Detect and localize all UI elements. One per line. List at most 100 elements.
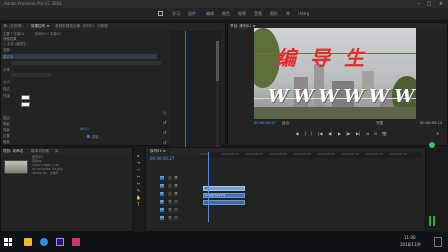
quality-dropdown[interactable]: 完整 xyxy=(376,121,383,126)
step-back-icon[interactable]: ◀| xyxy=(328,131,332,136)
track-visibility-icon[interactable]: 👁 xyxy=(174,192,178,196)
hand-tool-icon[interactable]: ✋ xyxy=(136,196,141,200)
track-visibility-icon[interactable]: 👁 xyxy=(174,184,178,188)
track-solo-button[interactable]: S xyxy=(174,200,178,204)
export-frame-icon[interactable]: 📷 xyxy=(382,131,387,136)
file-explorer-icon[interactable] xyxy=(24,238,32,246)
scrollbar[interactable] xyxy=(216,41,219,161)
track-solo-button[interactable]: S xyxy=(174,208,178,212)
ec-row[interactable]: ○ 文本 (编导生) xyxy=(3,41,28,46)
timeline-clip-video[interactable]: fx 剪辑 mp4 [V] xyxy=(203,193,245,198)
ec-row[interactable]: 位置 xyxy=(3,133,10,138)
tab-project[interactable]: 项目: 未命名 xyxy=(3,149,23,154)
ec-row[interactable]: 背景 xyxy=(3,127,10,132)
track-lock-icon[interactable]: ○ xyxy=(168,184,172,188)
windows-start-icon[interactable] xyxy=(4,238,12,246)
reset-icon[interactable]: ↺ xyxy=(163,141,167,145)
video-frame[interactable]: 编导生 WWWWWW xyxy=(254,28,416,119)
track-target[interactable]: A2 xyxy=(160,208,164,212)
track-lock-icon[interactable]: ○ xyxy=(168,192,172,196)
style-dropdown[interactable] xyxy=(11,73,51,77)
tab-metadata[interactable]: 元数据 xyxy=(97,24,108,29)
tab-source[interactable]: 源: (无剪辑) xyxy=(3,24,23,29)
title-chinese-text[interactable]: 编导生 xyxy=(276,42,378,71)
track-lock-icon[interactable]: ○ xyxy=(168,176,172,180)
media-player-icon[interactable] xyxy=(40,238,48,246)
ec-row[interactable]: 字体 xyxy=(3,67,10,72)
tab-audio-mixer[interactable]: 音频剪辑混合器: 序列01 xyxy=(55,24,94,29)
ec-row[interactable]: 外观 xyxy=(3,93,10,98)
timeline-ruler[interactable]: 00:00 00:00:00:10 00:00:00:15 00:00:00:2… xyxy=(200,152,422,158)
timeline-clip-audio[interactable] xyxy=(203,200,245,205)
timeline-clip-title[interactable]: fx xyxy=(203,186,245,191)
sequence-label[interactable]: 序列01 * 字幕01 xyxy=(35,31,61,36)
playhead-line[interactable] xyxy=(185,31,186,161)
track-target[interactable]: A3 xyxy=(160,216,164,220)
track-mute-button[interactable]: M xyxy=(168,200,172,204)
mark-out-icon[interactable]: } xyxy=(310,131,313,136)
timecode-current[interactable]: 00:00:00:27 xyxy=(254,121,276,125)
timeline-playhead[interactable] xyxy=(208,152,209,222)
tab-effect-controls[interactable]: 效果控件 ≡ xyxy=(31,24,50,29)
premiere-pro-icon[interactable] xyxy=(56,238,64,246)
track-solo-button[interactable]: S xyxy=(174,216,178,220)
workspace-tab[interactable]: 效果 xyxy=(238,11,246,17)
track-select-tool-icon[interactable]: ⇥ xyxy=(136,161,141,165)
ec-row[interactable]: 阴影 xyxy=(3,121,10,126)
track-mute-button[interactable]: M xyxy=(168,208,172,212)
pen-tool-icon[interactable]: ✎ xyxy=(136,189,141,193)
workspace-tab[interactable]: 编辑 xyxy=(206,11,214,17)
ec-row[interactable]: 描边 xyxy=(3,115,10,120)
scroll-thumb[interactable] xyxy=(216,41,219,81)
go-to-in-icon[interactable]: |◀ xyxy=(318,131,322,136)
workspace-tab[interactable]: Untrg xyxy=(298,11,309,16)
ec-row[interactable]: 变换 xyxy=(3,47,10,52)
stroke-color-swatch[interactable] xyxy=(21,102,30,107)
maximize-icon[interactable]: □ xyxy=(424,0,434,8)
track-mute-button[interactable]: M xyxy=(168,216,172,220)
keyframe-icon[interactable]: ◇ xyxy=(163,111,167,115)
ec-row[interactable]: 源文本 xyxy=(3,54,13,59)
reset-icon[interactable]: ↺ xyxy=(163,131,167,135)
fit-dropdown[interactable]: 适合 xyxy=(282,121,289,126)
tab-sequence[interactable]: 序列01 ≡ xyxy=(150,149,166,154)
tab-libraries[interactable]: 库 xyxy=(55,149,59,154)
track-target[interactable]: V1 xyxy=(160,192,164,196)
track-target[interactable]: V2 xyxy=(160,184,164,188)
tab-program[interactable]: 节目: 序列01 ≡ xyxy=(230,24,255,29)
shadow-checkbox[interactable] xyxy=(87,135,90,138)
ec-row[interactable]: 大小 xyxy=(3,79,10,84)
reset-icon[interactable]: ↺ xyxy=(163,121,167,125)
workspace-tab[interactable]: 库 xyxy=(286,11,290,17)
minimize-icon[interactable]: – xyxy=(414,0,424,8)
ripple-edit-tool-icon[interactable]: ⇿ xyxy=(136,168,141,172)
track-target[interactable]: V3 xyxy=(160,176,164,180)
close-icon[interactable]: × xyxy=(436,0,446,8)
button-editor-icon[interactable]: + xyxy=(436,131,439,136)
app-icon[interactable] xyxy=(72,238,80,246)
workspace-tab-active[interactable]: 组件 xyxy=(188,11,196,17)
ec-row[interactable]: 描边 xyxy=(3,86,10,91)
slip-tool-icon[interactable]: ↔ xyxy=(136,182,141,186)
value-readout[interactable]: 100.0 xyxy=(79,127,89,131)
selection-tool-icon[interactable]: ▸ xyxy=(136,154,141,158)
razor-tool-icon[interactable]: ✂ xyxy=(136,175,141,179)
keyframe-area[interactable] xyxy=(171,31,221,161)
workspace-tab[interactable]: 图形 xyxy=(270,11,278,17)
workspace-tab[interactable]: 学习 xyxy=(172,11,180,17)
step-forward-icon[interactable]: |▶ xyxy=(346,131,350,136)
ec-row[interactable]: 缩放 xyxy=(3,139,10,144)
workspace-tab[interactable]: 音频 xyxy=(254,11,262,17)
workspace-tab[interactable]: 颜色 xyxy=(222,11,230,17)
track-target[interactable]: A1 xyxy=(160,200,164,204)
play-icon[interactable]: ▶ xyxy=(338,131,341,136)
type-tool-icon[interactable]: T xyxy=(136,203,141,207)
mark-in-icon[interactable]: { xyxy=(304,131,307,136)
clip-thumbnail[interactable] xyxy=(4,160,28,174)
title-w-text[interactable]: WWWWWW xyxy=(268,86,416,107)
extract-icon[interactable]: ⊡ xyxy=(374,131,377,136)
fill-color-swatch[interactable] xyxy=(21,95,30,100)
add-marker-icon[interactable]: ◆ xyxy=(296,131,299,136)
go-to-out-icon[interactable]: ▶| xyxy=(356,131,360,136)
font-dropdown[interactable] xyxy=(11,61,161,65)
